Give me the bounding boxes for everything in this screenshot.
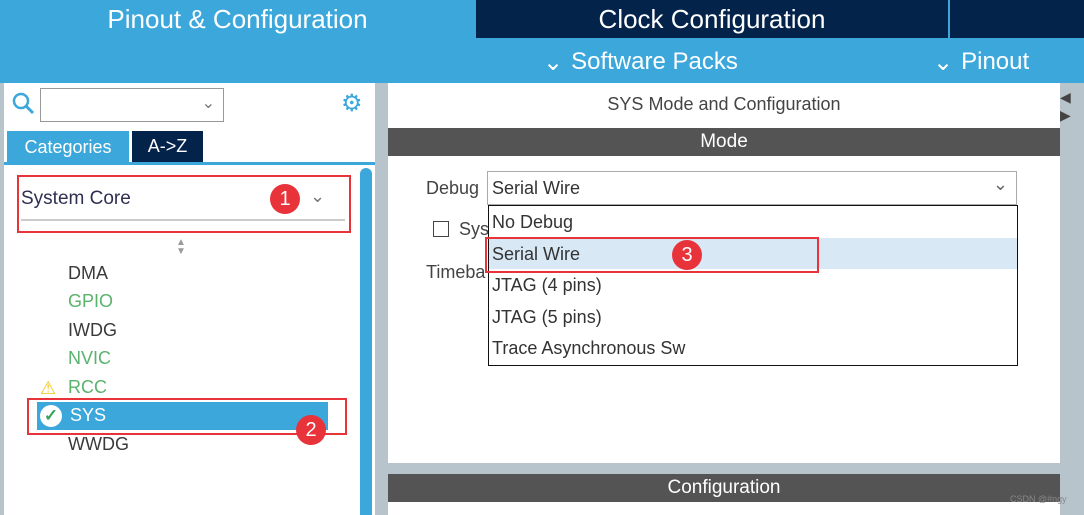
- scrollbar[interactable]: [360, 168, 372, 515]
- gear-icon[interactable]: ⚙: [341, 92, 363, 116]
- list-item-rcc[interactable]: RCC: [68, 377, 107, 398]
- debug-select[interactable]: Serial Wire ⌄: [487, 171, 1017, 205]
- option-trace-async[interactable]: Trace Asynchronous Sw: [490, 333, 685, 363]
- warning-icon: ⚠: [40, 378, 57, 398]
- mode-header: Mode: [388, 128, 1060, 156]
- list-item-iwdg[interactable]: IWDG: [68, 320, 117, 341]
- tab-project-manager[interactable]: [950, 0, 1084, 38]
- search-icon[interactable]: [12, 92, 36, 116]
- option-jtag-4[interactable]: JTAG (4 pins): [490, 270, 602, 300]
- option-jtag-5[interactable]: JTAG (5 pins): [490, 302, 602, 332]
- software-packs-label: Software Packs: [571, 48, 738, 75]
- annotation-badge-2: 2: [296, 415, 326, 445]
- panel-title: SYS Mode and Configuration: [607, 94, 841, 114]
- annotation-box-3: [485, 237, 819, 273]
- tab-a-z[interactable]: A->Z: [132, 131, 203, 162]
- list-item-nvic[interactable]: NVIC: [68, 348, 111, 369]
- tab-clock-configuration[interactable]: Clock Configuration: [476, 0, 948, 38]
- checkbox[interactable]: [433, 221, 449, 237]
- pinout-menu[interactable]: ⌄ Pinout: [933, 44, 1029, 80]
- pinout-label: Pinout: [961, 48, 1030, 75]
- list-item-gpio[interactable]: GPIO: [68, 291, 113, 312]
- tab-underline: [4, 162, 375, 165]
- chevron-down-icon: ⌄: [201, 95, 215, 112]
- configuration-header: Configuration: [388, 474, 1060, 502]
- annotation-box-1: [17, 175, 351, 233]
- timebase-label: Timeba: [426, 262, 486, 282]
- watermark: CSDN @#ngy: [1010, 494, 1067, 504]
- tab-pinout-configuration[interactable]: Pinout & Configuration: [0, 0, 475, 38]
- chevron-down-icon: ⌄: [933, 48, 954, 76]
- tab-categories[interactable]: Categories: [7, 131, 129, 163]
- search-input[interactable]: ⌄: [40, 88, 224, 122]
- collapse-arrows-icon[interactable]: ◀ ▶: [1060, 88, 1071, 124]
- list-item-wwdg[interactable]: WWDG: [68, 434, 129, 455]
- option-no-debug[interactable]: No Debug: [490, 207, 573, 237]
- annotation-badge-3: 3: [672, 240, 702, 270]
- sort-icon[interactable]: ▲ ▼: [176, 238, 186, 257]
- chevron-down-icon: ⌄: [543, 48, 564, 76]
- annotation-badge-1: 1: [270, 184, 300, 214]
- list-item-dma[interactable]: DMA: [68, 263, 108, 284]
- debug-label: Debug: [426, 178, 480, 198]
- software-packs-menu[interactable]: ⌄ Software Packs: [543, 44, 738, 80]
- chevron-down-icon: ⌄: [992, 174, 1008, 194]
- configuration-panel: [388, 502, 1060, 515]
